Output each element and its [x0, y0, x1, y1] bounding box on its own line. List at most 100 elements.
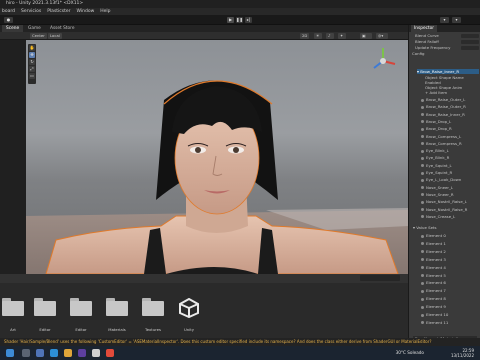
- property-label: Blend Curve: [415, 33, 439, 38]
- hand-tool-icon[interactable]: ✋: [29, 45, 35, 51]
- blendshape-name: Brow_Raise_Outer_L: [426, 97, 466, 102]
- blendshape-list-item[interactable]: Brow_Raise_Outer_R: [421, 104, 466, 109]
- tab-scene[interactable]: Scene: [2, 25, 24, 32]
- scene-viewport[interactable]: [26, 40, 408, 274]
- value-set-element[interactable]: Element 11: [421, 320, 448, 325]
- folder-icon[interactable]: [70, 298, 92, 316]
- blendshape-list-item[interactable]: Eye_Squint_L: [421, 163, 452, 168]
- tab-inspector[interactable]: Inspector: [411, 25, 438, 32]
- blendshape-list-item[interactable]: Brow_Drop_R: [421, 126, 452, 131]
- value-set-element[interactable]: Element 1: [421, 241, 446, 246]
- search-icon[interactable]: [22, 349, 30, 357]
- effects-icon[interactable]: ✦: [338, 33, 346, 39]
- folder-icon[interactable]: [34, 298, 56, 316]
- list-bullet-icon: [421, 200, 424, 204]
- camera-settings-icon[interactable]: ▣: [360, 33, 372, 39]
- blend-falloff-field[interactable]: [461, 40, 479, 44]
- blendshape-list-item[interactable]: Brow_Raise_Outer_L: [421, 97, 465, 102]
- blendshape-list-item[interactable]: Eye_Blink_R: [421, 155, 449, 160]
- system-clock[interactable]: 22:59 13/11/2022: [451, 348, 474, 358]
- project-toolbar: [0, 274, 408, 283]
- step-icon[interactable]: ▸|: [245, 17, 252, 23]
- layers-dropdown[interactable]: ▾: [440, 17, 449, 23]
- value-set-element[interactable]: Element 6: [421, 280, 446, 285]
- pivot-local-button[interactable]: Local: [48, 33, 62, 39]
- lighting-icon[interactable]: ☀: [314, 33, 322, 39]
- value-sets-foldout[interactable]: ▾ Value Sets: [413, 225, 437, 230]
- scene-tab-bar: Scene Game Asset Store: [0, 25, 408, 32]
- pause-icon[interactable]: ❚❚: [236, 17, 243, 23]
- mode-2d-button[interactable]: 2D: [300, 33, 310, 39]
- folder-icon[interactable]: [142, 298, 164, 316]
- play-icon[interactable]: ▶: [227, 17, 234, 23]
- menu-item-servicios[interactable]: Servicios: [21, 9, 41, 14]
- task-view-icon[interactable]: [36, 349, 44, 357]
- account-icon[interactable]: ●: [4, 17, 13, 23]
- list-bullet-icon: [421, 258, 424, 262]
- blendshape-list-item[interactable]: Nose_Sneer_L: [421, 185, 453, 190]
- config-foldout[interactable]: Config: [412, 51, 424, 56]
- folder-label: Materials: [108, 327, 126, 332]
- blendshape-list-item[interactable]: Brow_Drop_L: [421, 119, 451, 124]
- layout-dropdown[interactable]: ▾: [452, 17, 461, 23]
- app-icon[interactable]: [78, 349, 86, 357]
- folder-label: Editor: [39, 327, 51, 332]
- value-set-element[interactable]: Element 3: [421, 257, 446, 262]
- list-bullet-icon: [421, 297, 424, 301]
- rect-tool-icon[interactable]: ▭: [29, 73, 35, 79]
- gizmos-dropdown[interactable]: ◎▾: [376, 33, 388, 39]
- folder-icon[interactable]: [2, 298, 24, 316]
- tab-game[interactable]: Game: [24, 25, 45, 32]
- file-explorer-icon[interactable]: [64, 349, 72, 357]
- unity-logo-icon[interactable]: [178, 298, 200, 318]
- blendshape-foldout[interactable]: ▾ Brow_Raise_Inner_R: [417, 69, 479, 74]
- orientation-gizmo-icon[interactable]: [366, 44, 400, 78]
- blendshape-list-item[interactable]: Eye_Squint_R: [421, 170, 452, 175]
- value-set-element[interactable]: Element 4: [421, 265, 446, 270]
- value-set-element[interactable]: Element 2: [421, 249, 446, 254]
- blendshape-list-item[interactable]: Brow_Compress_L: [421, 134, 461, 139]
- menu-item-board[interactable]: board: [2, 9, 15, 14]
- update-frequency-field[interactable]: [461, 46, 479, 50]
- tab-asset-store[interactable]: Asset Store: [46, 25, 78, 32]
- folder-body-shape: [34, 301, 56, 316]
- blendshape-list-item[interactable]: Nose_Nostril_Raise_L: [421, 199, 467, 204]
- menu-item-plasticster[interactable]: Plasticster: [47, 9, 70, 14]
- value-set-element[interactable]: Element 8: [421, 296, 446, 301]
- value-set-element[interactable]: Element 5: [421, 273, 446, 278]
- audio-icon[interactable]: ♪: [326, 33, 334, 39]
- folder-icon[interactable]: [106, 298, 128, 316]
- blendshape-list-item[interactable]: Nose_Nostril_Raise_R: [421, 207, 467, 212]
- blendshape-list-item[interactable]: Brow_Compress_R: [421, 141, 462, 146]
- chrome-icon[interactable]: [106, 349, 114, 357]
- value-set-element[interactable]: Element 7: [421, 288, 446, 293]
- blendshape-list-item[interactable]: Eye_Blink_L: [421, 148, 449, 153]
- blendshape-name: Brow_Drop_R: [426, 126, 452, 132]
- value-set-element[interactable]: Element 9: [421, 304, 446, 309]
- blendshape-list-item[interactable]: Nose_Crease_L: [421, 214, 455, 219]
- folder-label: Textures: [145, 327, 161, 332]
- menu-item-help[interactable]: Help: [100, 9, 110, 14]
- list-bullet-icon: [421, 105, 424, 109]
- value-set-element[interactable]: Element 10: [421, 312, 448, 317]
- list-bullet-icon: [421, 313, 424, 317]
- add-item-button[interactable]: + Add Item: [425, 90, 447, 95]
- menu-item-window[interactable]: Window: [77, 9, 95, 14]
- project-search-input[interactable]: [360, 275, 400, 281]
- unity-taskbar-icon[interactable]: [92, 349, 100, 357]
- start-icon[interactable]: [6, 349, 14, 357]
- console-warning-message[interactable]: Shader 'Hair/Sample/Blend' uses the foll…: [4, 339, 432, 344]
- weather-widget[interactable]: 30°C Soleado: [396, 350, 424, 355]
- blendshape-list-item[interactable]: Eye_L_Look_Down: [421, 177, 461, 182]
- edge-browser-icon[interactable]: [50, 349, 58, 357]
- rotate-tool-icon[interactable]: ↻: [29, 59, 35, 65]
- value-set-element[interactable]: Element 0: [421, 233, 446, 238]
- move-tool-icon[interactable]: ✥: [29, 52, 35, 58]
- element-label: Element 8: [426, 296, 446, 302]
- blend-curve-field[interactable]: [461, 34, 479, 38]
- pivot-center-button[interactable]: Center: [30, 33, 47, 39]
- list-bullet-icon: [421, 135, 424, 138]
- scale-tool-icon[interactable]: ⤢: [29, 66, 35, 72]
- blendshape-list-item[interactable]: Nose_Sneer_R: [421, 192, 454, 197]
- blendshape-list-item[interactable]: Brow_Raise_Inner_R: [421, 112, 465, 117]
